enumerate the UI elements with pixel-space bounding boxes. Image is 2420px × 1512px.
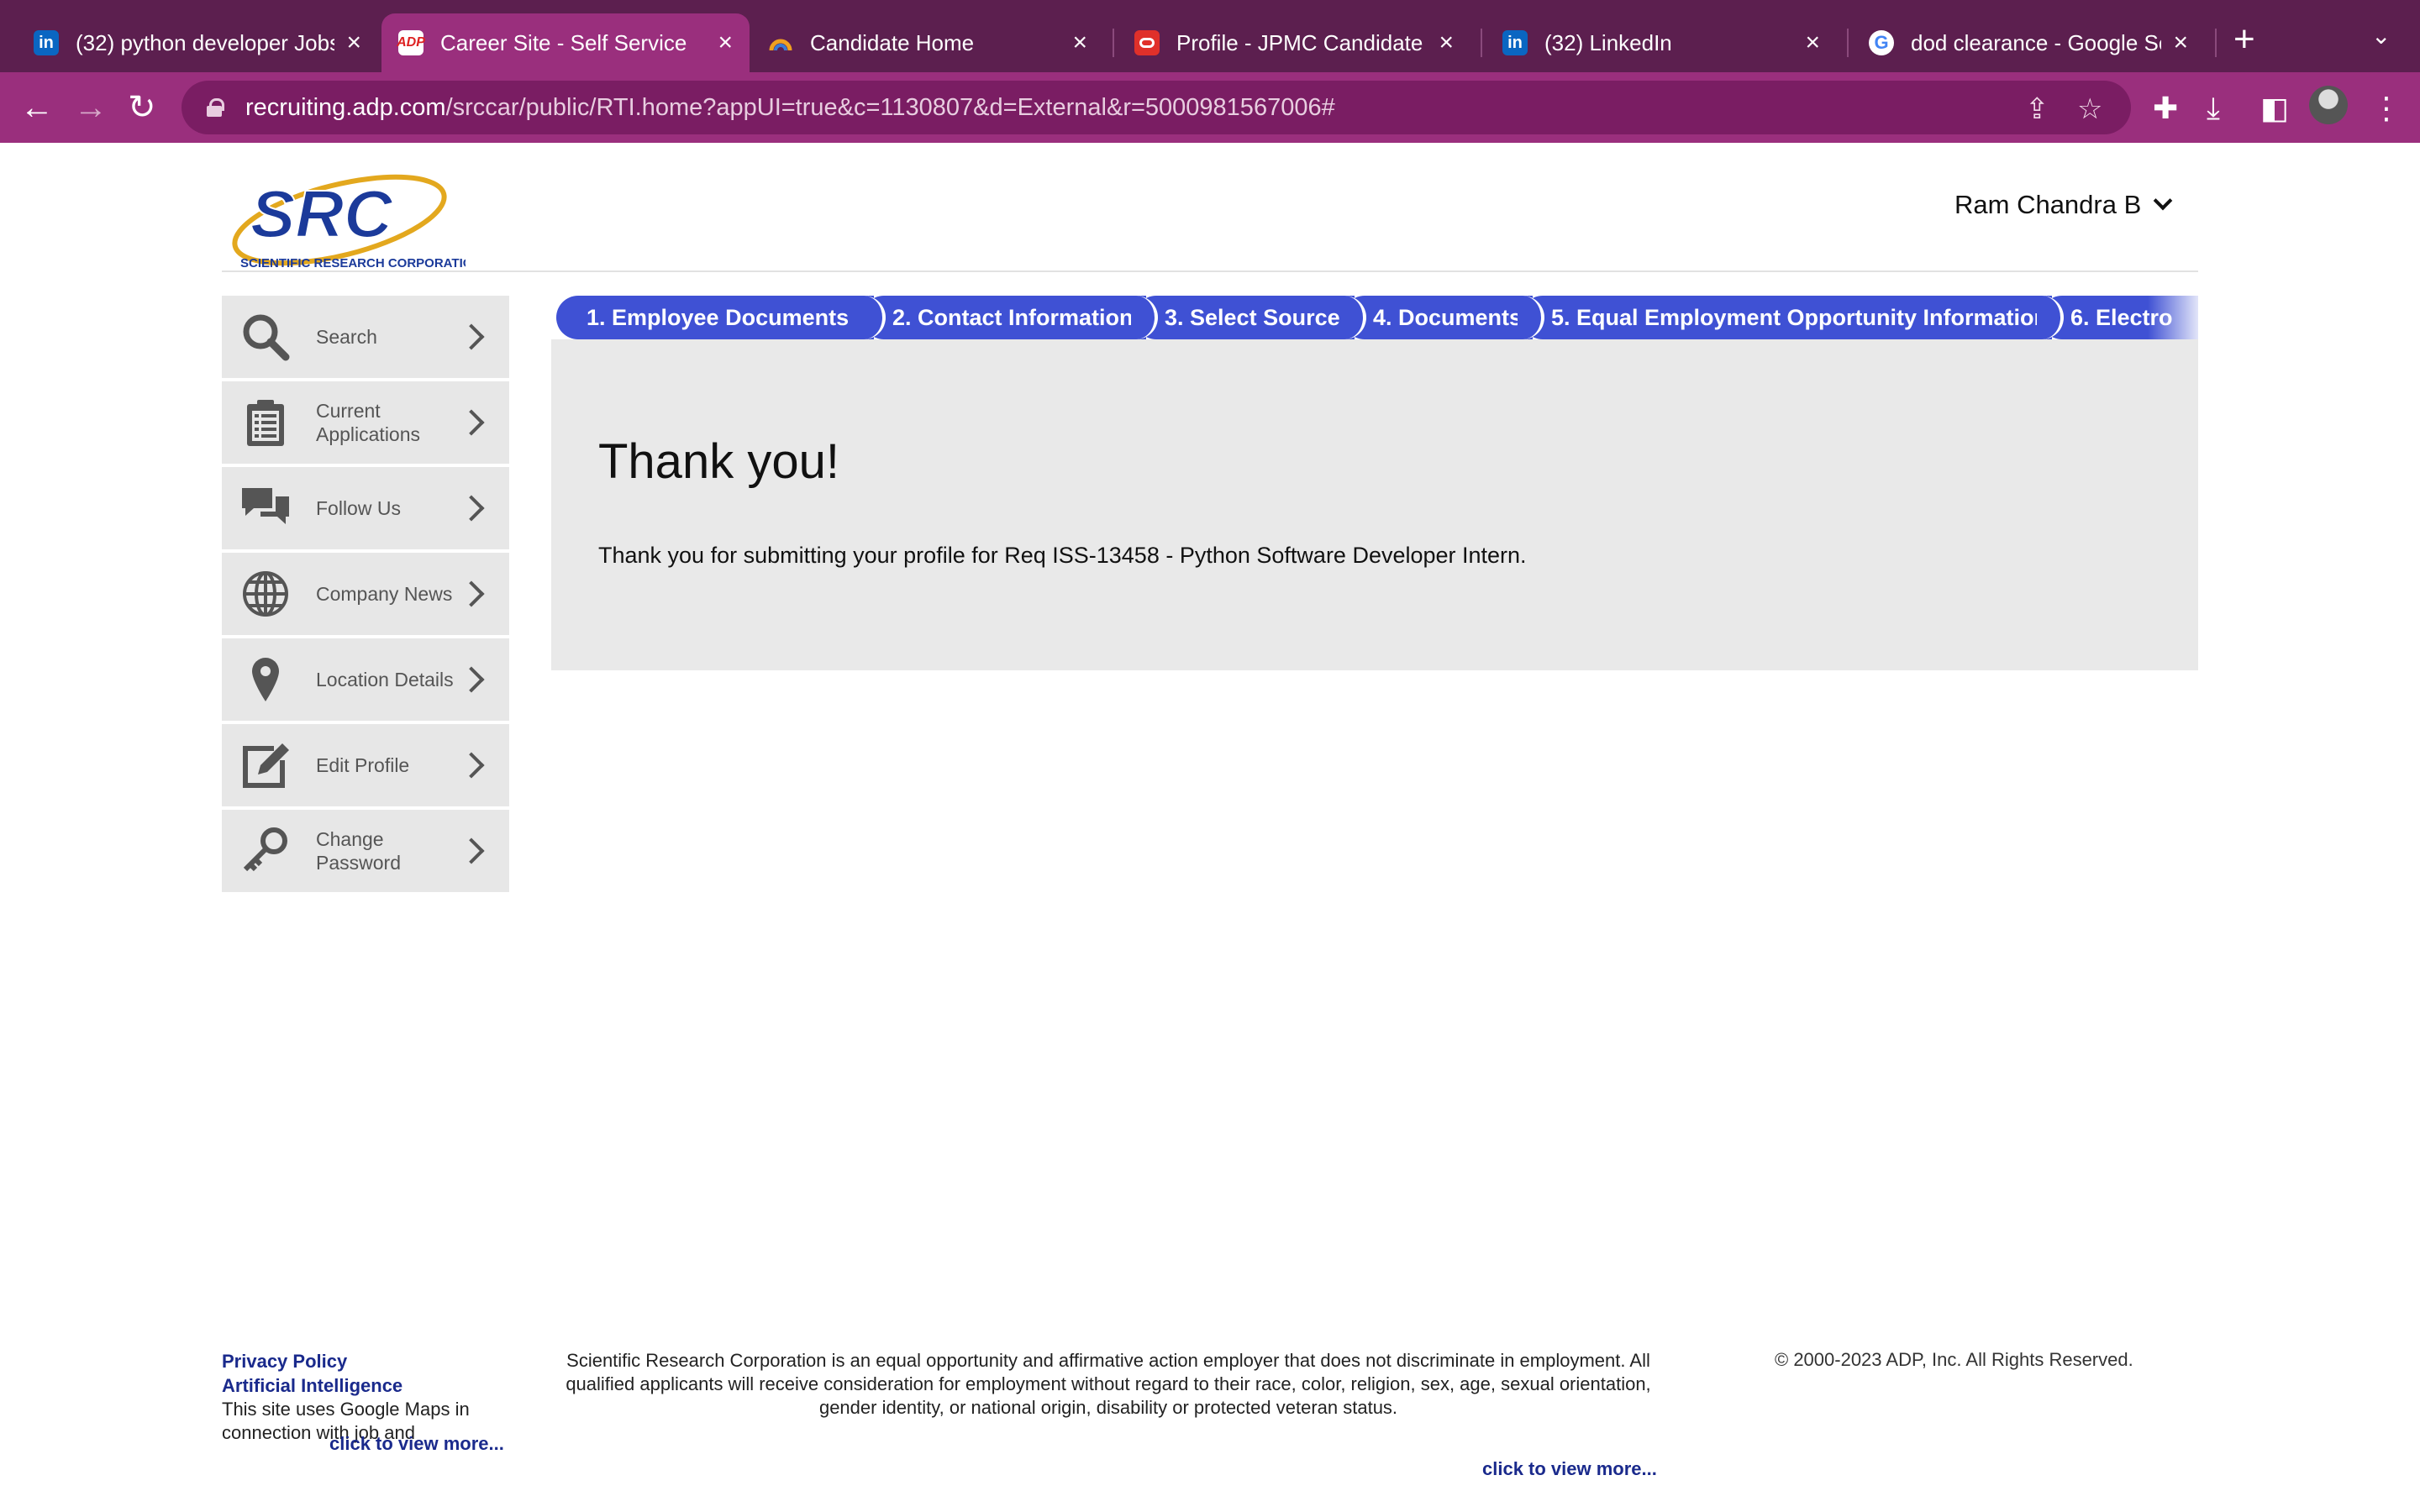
close-tab-icon[interactable]: × — [1072, 29, 1087, 57]
map-pin-icon — [240, 654, 291, 705]
confirmation-panel: Thank you! Thank you for submitting your… — [551, 339, 2198, 670]
step-eeo-information[interactable]: 5. Equal Employment Opportunity Informat… — [1521, 296, 2064, 339]
src-logo[interactable]: SRC SCIENTIFIC RESEARCH CORPORATION — [222, 168, 481, 272]
back-button[interactable]: ← — [20, 87, 54, 128]
tab-linkedin[interactable]: in (32) LinkedIn × — [1486, 13, 1837, 72]
logo-subtext: SCIENTIFIC RESEARCH CORPORATION — [240, 256, 466, 270]
view-more-left-link[interactable]: click to view more... — [329, 1433, 504, 1455]
share-icon[interactable]: ⇪ — [2025, 92, 2049, 126]
tab-python-jobs[interactable]: in (32) python developer Jobs × — [17, 13, 378, 72]
chat-bubbles-icon — [240, 483, 291, 533]
side-panel-icon[interactable]: ◧ — [2260, 91, 2289, 126]
sidebar-item-company-news[interactable]: Company News — [222, 553, 509, 635]
bookmark-star-icon[interactable]: ☆ — [2077, 92, 2102, 126]
download-icon[interactable]: ⤓ — [2207, 91, 2220, 127]
google-icon: G — [1869, 30, 1894, 55]
artificial-intelligence-link[interactable]: Artificial Intelligence — [222, 1373, 509, 1398]
sidebar-item-change-password[interactable]: Change Password — [222, 810, 509, 892]
profile-avatar[interactable] — [2309, 86, 2348, 124]
tab-candidate-home[interactable]: Candidate Home × — [751, 13, 1104, 72]
tab-search-chevron-icon[interactable]: ⌄ — [2371, 22, 2391, 50]
confirmation-message: Thank you for submitting your profile fo… — [598, 543, 1527, 568]
linkedin-icon: in — [1502, 30, 1528, 55]
sidebar-item-follow-us[interactable]: Follow Us — [222, 467, 509, 549]
step-employee-documents[interactable]: 1. Employee Documents — [556, 296, 886, 339]
tab-jpmc-profile[interactable]: Profile - JPMC Candidate E × — [1118, 13, 1470, 72]
step-select-source[interactable]: 3. Select Source — [1134, 296, 1366, 339]
clipboard-icon — [240, 397, 291, 448]
sidebar-item-search[interactable]: Search — [222, 296, 509, 378]
close-tab-icon[interactable]: × — [346, 29, 361, 57]
thank-you-heading: Thank you! — [598, 434, 839, 489]
new-tab-button[interactable]: + — [2233, 18, 2255, 60]
step-documents[interactable]: 4. Documents — [1343, 296, 1544, 339]
application-steps: 1. Employee Documents 2. Contact Informa… — [556, 296, 2198, 339]
sidebar-item-current-applications[interactable]: Current Applications — [222, 381, 509, 464]
url-host: recruiting.adp.com — [245, 93, 446, 121]
search-icon — [240, 312, 291, 362]
address-bar[interactable]: recruiting.adp.com/srccar/public/RTI.hom… — [182, 81, 2131, 134]
tab-google-search[interactable]: G dod clearance - Google Sea × — [1852, 13, 2205, 72]
close-tab-icon[interactable]: × — [1805, 29, 1820, 57]
copyright: © 2000-2023 ADP, Inc. All Rights Reserve… — [1775, 1349, 2133, 1370]
reload-button[interactable]: ↻ — [128, 87, 156, 128]
forward-button[interactable]: → — [74, 87, 108, 128]
url-path: /srccar/public/RTI.home?appUI=true&c=113… — [445, 93, 1335, 121]
tab-strip: in (32) python developer Jobs × ADP Care… — [0, 0, 2420, 72]
edit-icon — [240, 740, 291, 790]
close-tab-icon[interactable]: × — [2173, 29, 2188, 57]
logo-letters: SRC — [250, 176, 393, 251]
header-divider — [222, 270, 2198, 272]
user-name: Ram Chandra B — [1954, 190, 2142, 219]
view-more-mid-link[interactable]: click to view more... — [1482, 1458, 1657, 1480]
close-tab-icon[interactable]: × — [1439, 29, 1454, 57]
extensions-puzzle-icon[interactable]: ✚ — [2153, 91, 2178, 126]
sidebar: Search Current Applications Follow Us Co… — [222, 296, 509, 895]
key-icon — [240, 826, 291, 876]
privacy-policy-link[interactable]: Privacy Policy — [222, 1349, 509, 1373]
eeo-statement: Scientific Research Corporation is an eq… — [566, 1350, 1651, 1418]
user-menu[interactable]: Ram Chandra B — [1954, 190, 2173, 220]
adp-icon: ADP — [397, 30, 425, 55]
chrome-menu-icon[interactable]: ⋮ — [2371, 91, 2402, 126]
chevron-down-icon — [2153, 191, 2173, 211]
candidate-home-icon — [768, 30, 793, 55]
linkedin-icon: in — [34, 30, 59, 55]
globe-icon — [240, 569, 291, 619]
step-contact-information[interactable]: 2. Contact Information — [862, 296, 1158, 339]
browser-toolbar: ← → ↻ recruiting.adp.com/srccar/public/R… — [0, 72, 2420, 143]
sidebar-item-location-details[interactable]: Location Details — [222, 638, 509, 721]
footer-links: Privacy Policy Artificial Intelligence T… — [222, 1349, 509, 1445]
sidebar-item-edit-profile[interactable]: Edit Profile — [222, 724, 509, 806]
tab-career-site[interactable]: ADP Career Site - Self Service × — [381, 13, 750, 72]
lock-icon[interactable] — [207, 98, 224, 117]
close-tab-icon[interactable]: × — [718, 29, 733, 57]
oracle-icon — [1134, 30, 1160, 55]
